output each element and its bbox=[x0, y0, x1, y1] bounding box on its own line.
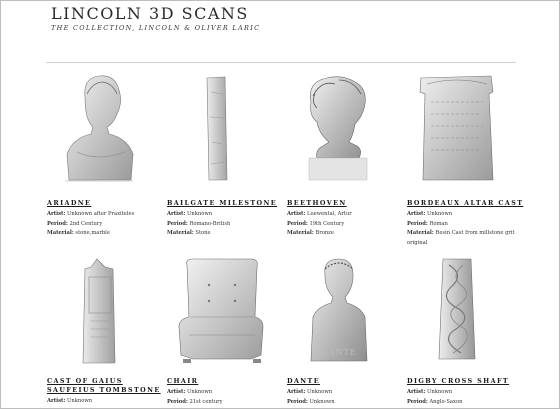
artist-value: Unknown bbox=[427, 389, 453, 395]
item-name[interactable]: BORDEAUX ALTAR CAST bbox=[407, 198, 523, 209]
artist-label: Artist: bbox=[167, 389, 186, 395]
artist-label: Artist: bbox=[167, 211, 186, 217]
period-label: Period: bbox=[167, 220, 188, 227]
artist-value: Unknown after Praxiteles bbox=[67, 211, 135, 217]
material-label: Material: bbox=[47, 230, 74, 236]
item-meta: Artist: Unknown Period: 21st century bbox=[167, 388, 283, 407]
item-name[interactable]: ARIADNE bbox=[47, 198, 91, 209]
artist-value: Unknown bbox=[427, 211, 453, 217]
material-value: stone,marble bbox=[75, 230, 110, 236]
dante-bust-image[interactable]: DANTE bbox=[287, 255, 405, 365]
period-label: Period: bbox=[287, 398, 308, 405]
material-label: Material: bbox=[287, 230, 314, 236]
item-name[interactable]: CHAIR bbox=[167, 376, 198, 387]
artist-label: Artist: bbox=[407, 389, 426, 395]
milestone-image[interactable] bbox=[167, 72, 285, 182]
artist-label: Artist: bbox=[47, 398, 66, 404]
material-value-continued: original bbox=[407, 239, 428, 246]
material-label: Material: bbox=[407, 230, 434, 236]
artist-label: Artist: bbox=[47, 211, 66, 217]
item-name[interactable]: BAILGATE MILESTONE bbox=[167, 198, 277, 209]
item-meta: Artist: Unknown after Praxiteles Period:… bbox=[47, 210, 163, 239]
site-subtitle: THE COLLECTION, LINCOLN & OLIVER LARIC bbox=[51, 24, 261, 32]
period-value: Roman bbox=[429, 220, 448, 227]
period-label: Period: bbox=[287, 220, 308, 227]
period-value: Unknown bbox=[309, 398, 335, 405]
item-meta: Artist: Loewental, Artur Period: 19th Ce… bbox=[287, 210, 403, 239]
item-meta: Artist: Unknown Period: Anglo-Saxon bbox=[407, 388, 523, 407]
artist-label: Artist: bbox=[407, 211, 426, 217]
item-meta: Artist: Unknown Period: Romano-British M… bbox=[167, 210, 283, 239]
artist-value: Unknown bbox=[187, 389, 213, 395]
artist-value: Unknown bbox=[307, 389, 333, 395]
period-value: 2nd Century bbox=[69, 220, 103, 227]
period-value: 19th Century bbox=[309, 220, 345, 227]
artist-label: Artist: bbox=[287, 389, 306, 395]
period-label: Period: bbox=[167, 398, 188, 405]
period-value: Romano-British bbox=[189, 220, 231, 227]
material-value: Stone bbox=[195, 230, 211, 236]
item-name[interactable]: DANTE bbox=[287, 376, 320, 387]
material-value: Bronze bbox=[315, 230, 334, 236]
item-name-continued[interactable]: SAUFEIUS TOMBSTONE bbox=[47, 385, 161, 396]
item-name[interactable]: DIGBY CROSS SHAFT bbox=[407, 376, 509, 387]
artist-value: Unknown bbox=[67, 398, 93, 404]
site-title[interactable]: LINCOLN 3D SCANS bbox=[51, 4, 249, 23]
ariadne-bust-image[interactable] bbox=[47, 72, 165, 182]
item-meta: Artist: Unknown Period: Roman Material: … bbox=[407, 210, 523, 248]
dante-plinth-inscription: DANTE bbox=[321, 348, 356, 357]
item-meta: Artist: Unknown Period: Unknown bbox=[287, 388, 403, 407]
artist-label: Artist: bbox=[287, 211, 306, 217]
item-name[interactable]: BEETHOVEN bbox=[287, 198, 347, 209]
material-value: Resin Cast from millstone grit bbox=[435, 230, 515, 236]
chair-image[interactable] bbox=[167, 255, 285, 365]
period-value: 21st century bbox=[189, 398, 223, 405]
altar-cast-image[interactable] bbox=[407, 72, 525, 182]
period-label: Period: bbox=[407, 220, 428, 227]
header-divider bbox=[46, 62, 516, 63]
artist-value: Unknown bbox=[187, 211, 213, 217]
cross-shaft-image[interactable] bbox=[407, 255, 525, 365]
item-meta: Artist: Unknown bbox=[47, 397, 163, 407]
period-value: Anglo-Saxon bbox=[429, 398, 463, 405]
beethoven-bust-image[interactable] bbox=[287, 72, 405, 182]
material-label: Material: bbox=[167, 230, 194, 236]
period-label: Period: bbox=[47, 220, 68, 227]
artist-value: Loewental, Artur bbox=[307, 211, 352, 217]
period-label: Period: bbox=[407, 398, 428, 405]
tombstone-image[interactable] bbox=[47, 255, 165, 365]
